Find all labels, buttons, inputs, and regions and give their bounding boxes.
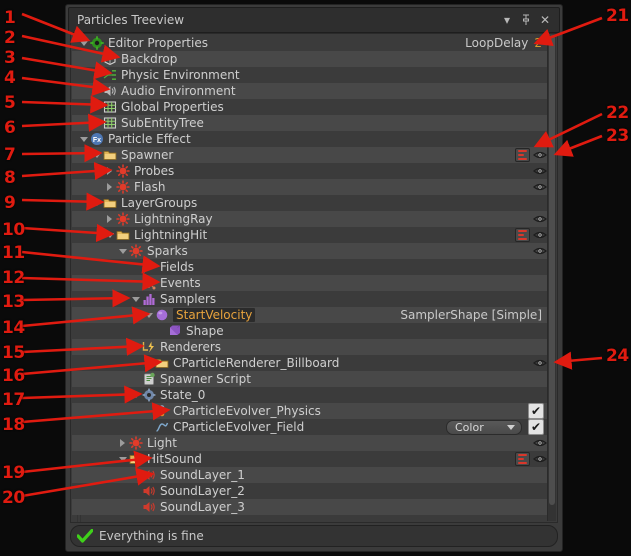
annotation-number: 24 [606,346,629,366]
annotation-number: 16 [2,366,25,386]
annotation-number: 3 [4,48,16,68]
annotation-number: 7 [4,145,16,165]
annotation-number: 8 [4,168,16,188]
annotation-number: 13 [2,292,25,312]
annotation-number: 18 [2,415,25,435]
annotation-number: 17 [2,390,25,410]
annotation-number: 1 [4,8,16,28]
annotation-number: 15 [2,343,25,363]
annotation-number: 5 [4,93,16,113]
annotation-number: 21 [606,6,629,26]
annotation-number: 19 [2,463,25,483]
annotation-number: 6 [4,118,16,138]
annotation-number: 22 [606,103,629,123]
annotation-number: 20 [2,488,25,508]
annotation-number: 10 [2,220,25,240]
annotation-arrows [21,12,603,498]
annotation-number: 11 [2,243,25,263]
annotation-number: 2 [4,28,16,48]
annotation-number: 4 [4,68,16,88]
annotation-number: 12 [2,268,25,288]
annotation-number: 9 [4,193,16,213]
annotation-number: 14 [2,318,25,338]
annotation-number: 23 [606,126,629,146]
